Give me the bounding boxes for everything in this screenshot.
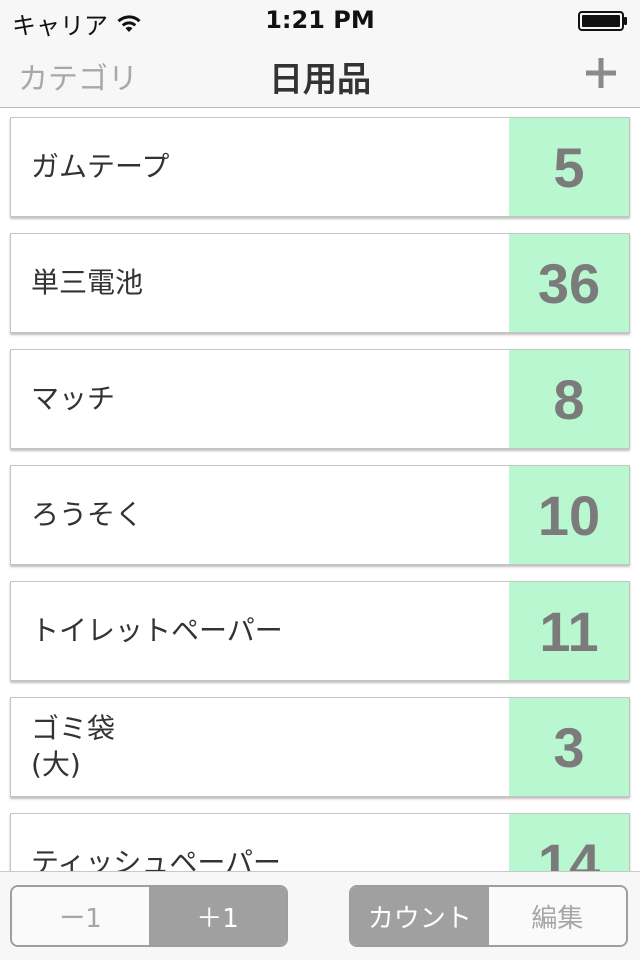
- list-item[interactable]: 単三電池 36: [10, 233, 630, 333]
- count-mode-button[interactable]: カウント: [351, 887, 489, 945]
- item-name: 単三電池: [31, 266, 144, 299]
- list-item[interactable]: ゴミ袋 (大) 3: [10, 697, 630, 797]
- item-name: マッチ: [31, 382, 116, 415]
- list-item[interactable]: マッチ 8: [10, 349, 630, 449]
- item-name: ゴミ袋 (大): [31, 712, 116, 781]
- battery-icon: [578, 11, 627, 31]
- item-count[interactable]: 5: [509, 118, 629, 216]
- list-item[interactable]: トイレットペーパー 11: [10, 581, 630, 681]
- back-button[interactable]: カテゴリ: [18, 54, 138, 98]
- status-bar: キャリア 1:21 PM: [0, 0, 640, 40]
- navigation-bar: カテゴリ 日用品: [0, 40, 640, 108]
- plus-icon[interactable]: [584, 56, 618, 90]
- list-item[interactable]: ろうそく 10: [10, 465, 630, 565]
- item-count[interactable]: 3: [509, 698, 629, 796]
- item-count[interactable]: 10: [509, 466, 629, 564]
- status-time: 1:21 PM: [265, 6, 375, 34]
- increment-button[interactable]: ＋1: [149, 887, 286, 945]
- step-segmented-control: ー1 ＋1: [10, 885, 288, 947]
- item-list[interactable]: ガムテープ 5 単三電池 36 マッチ 8 ろうそく 10 トイレットペーパー …: [0, 109, 640, 871]
- list-item[interactable]: ティッシュペーパー 14: [10, 813, 630, 871]
- item-name: ティッシュペーパー: [31, 846, 282, 871]
- item-name: ガムテープ: [31, 150, 170, 183]
- item-count[interactable]: 8: [509, 350, 629, 448]
- bottom-toolbar: ー1 ＋1 カウント 編集: [0, 871, 640, 960]
- item-count[interactable]: 36: [509, 234, 629, 332]
- item-count[interactable]: 11: [509, 582, 629, 680]
- edit-mode-button[interactable]: 編集: [488, 887, 626, 945]
- mode-segmented-control: カウント 編集: [349, 885, 628, 947]
- list-item[interactable]: ガムテープ 5: [10, 117, 630, 217]
- item-count[interactable]: 14: [509, 814, 629, 871]
- item-name: ろうそく: [31, 498, 144, 531]
- decrement-button[interactable]: ー1: [12, 887, 149, 945]
- item-name: トイレットペーパー: [31, 614, 283, 647]
